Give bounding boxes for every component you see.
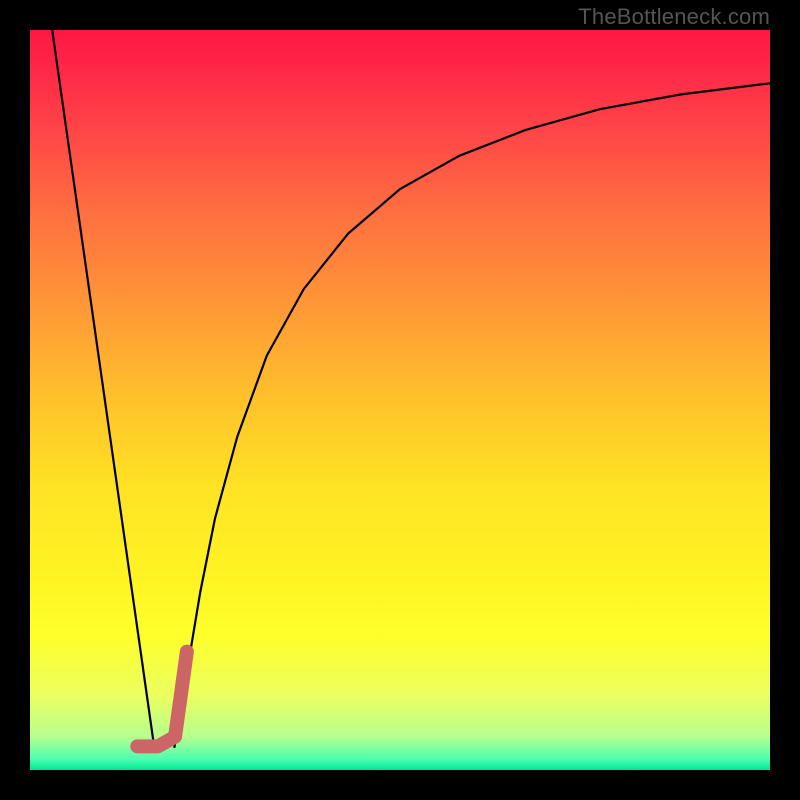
curves-layer <box>30 30 770 770</box>
chart-frame: TheBottleneck.com <box>0 0 800 800</box>
series-left-line <box>52 30 154 748</box>
plot-area <box>30 30 770 770</box>
series-j-mark <box>137 652 187 747</box>
watermark-text: TheBottleneck.com <box>578 4 770 30</box>
series-right-curve <box>174 83 770 748</box>
